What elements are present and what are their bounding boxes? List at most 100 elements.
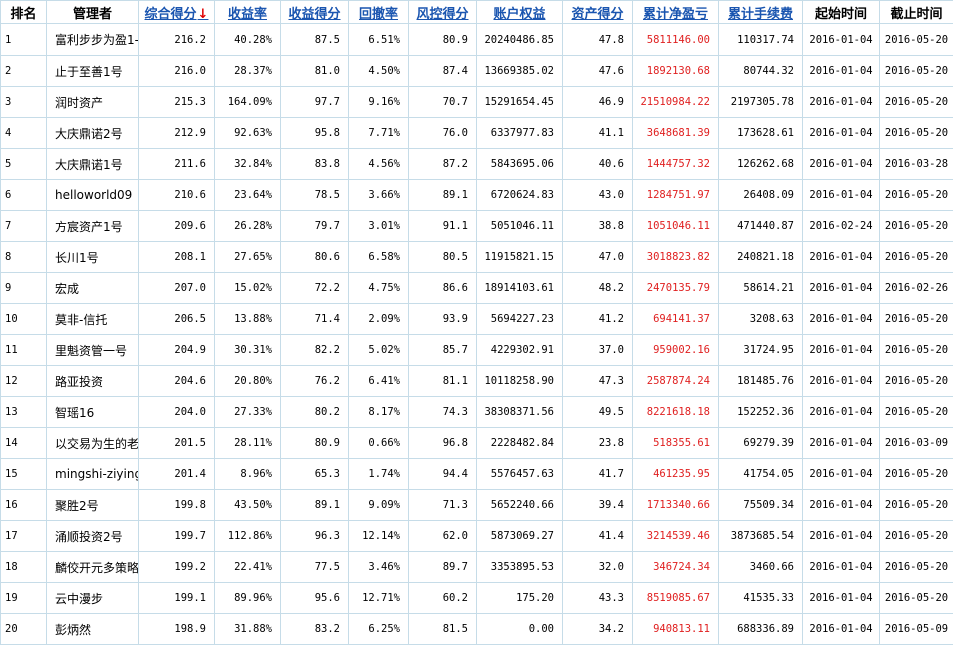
cell-end-date: 2016-05-20 [880, 335, 953, 366]
cell-start-date: 2016-01-04 [803, 614, 880, 645]
column-header-cumulative-fees[interactable]: 累计手续费 [719, 1, 803, 24]
cell-account-equity: 5873069.27 [477, 521, 563, 552]
cell-composite-score: 199.2 [139, 552, 215, 583]
cell-cumulative-fees: 173628.61 [719, 118, 803, 149]
cell-end-date: 2016-05-20 [880, 459, 953, 490]
cell-cumulative-fees: 75509.34 [719, 490, 803, 521]
cell-asset-score: 38.8 [563, 211, 633, 242]
cell-end-date: 2016-05-20 [880, 366, 953, 397]
table-row: 14以交易为生的老201.528.11%80.90.66%96.82228482… [1, 428, 953, 459]
table-row: 2止于至善1号216.028.37%81.04.50%87.413669385.… [1, 56, 953, 87]
cell-return-rate: 92.63% [215, 118, 281, 149]
column-header-label: 截止时间 [890, 7, 942, 22]
cell-rank: 17 [1, 521, 47, 552]
cell-start-date: 2016-01-04 [803, 428, 880, 459]
cell-manager: helloworld09 [47, 180, 139, 211]
cell-return-score: 95.8 [281, 118, 349, 149]
column-header-label: 回撤率 [359, 7, 398, 22]
cell-risk-score: 93.9 [409, 304, 477, 335]
cell-composite-score: 207.0 [139, 273, 215, 304]
cell-drawdown-rate: 0.66% [349, 428, 409, 459]
cell-composite-score: 208.1 [139, 242, 215, 273]
cell-manager: 涌顺投资2号 [47, 521, 139, 552]
column-header-label: 排名 [10, 7, 36, 22]
cell-cumulative-net-pnl: 2587874.24 [633, 366, 719, 397]
cell-risk-score: 96.8 [409, 428, 477, 459]
cell-cumulative-fees: 126262.68 [719, 149, 803, 180]
cell-risk-score: 62.0 [409, 521, 477, 552]
cell-asset-score: 46.9 [563, 87, 633, 118]
sort-desc-arrow-icon[interactable]: ↓ [198, 7, 209, 22]
cell-end-date: 2016-05-20 [880, 24, 953, 56]
cell-drawdown-rate: 4.75% [349, 273, 409, 304]
cell-end-date: 2016-05-20 [880, 552, 953, 583]
cell-return-rate: 32.84% [215, 149, 281, 180]
cell-return-score: 80.6 [281, 242, 349, 273]
table-row: 20彭炳然198.931.88%83.26.25%81.50.0034.2940… [1, 614, 953, 645]
cell-cumulative-fees: 41535.33 [719, 583, 803, 614]
column-header-cumulative-net-pnl[interactable]: 累计净盈亏 [633, 1, 719, 24]
cell-cumulative-fees: 41754.05 [719, 459, 803, 490]
cell-return-score: 83.8 [281, 149, 349, 180]
column-header-asset-score[interactable]: 资产得分 [563, 1, 633, 24]
cell-rank: 3 [1, 87, 47, 118]
cell-drawdown-rate: 8.17% [349, 397, 409, 428]
cell-rank: 11 [1, 335, 47, 366]
cell-start-date: 2016-01-04 [803, 118, 880, 149]
column-header-label: 风控得分 [416, 7, 468, 22]
cell-rank: 10 [1, 304, 47, 335]
cell-cumulative-fees: 152252.36 [719, 397, 803, 428]
table-row: 10莫非-信托206.513.88%71.42.09%93.95694227.2… [1, 304, 953, 335]
column-header-rank: 排名 [1, 1, 47, 24]
cell-asset-score: 41.7 [563, 459, 633, 490]
cell-start-date: 2016-01-04 [803, 180, 880, 211]
cell-cumulative-fees: 26408.09 [719, 180, 803, 211]
column-header-drawdown-rate[interactable]: 回撤率 [349, 1, 409, 24]
cell-drawdown-rate: 6.41% [349, 366, 409, 397]
cell-manager: 大庆鼎诺2号 [47, 118, 139, 149]
cell-manager: 智瑶16 [47, 397, 139, 428]
cell-account-equity: 5652240.66 [477, 490, 563, 521]
cell-return-rate: 13.88% [215, 304, 281, 335]
column-header-return-score[interactable]: 收益得分 [281, 1, 349, 24]
ranking-table: 排名管理者综合得分↓收益率收益得分回撤率风控得分账户权益资产得分累计净盈亏累计手… [0, 0, 953, 645]
cell-return-score: 83.2 [281, 614, 349, 645]
cell-return-score: 72.2 [281, 273, 349, 304]
cell-manager: 里魁资管一号 [47, 335, 139, 366]
cell-cumulative-fees: 688336.89 [719, 614, 803, 645]
cell-return-rate: 89.96% [215, 583, 281, 614]
cell-account-equity: 5843695.06 [477, 149, 563, 180]
cell-cumulative-net-pnl: 2470135.79 [633, 273, 719, 304]
cell-risk-score: 81.1 [409, 366, 477, 397]
cell-start-date: 2016-01-04 [803, 583, 880, 614]
cell-asset-score: 43.0 [563, 180, 633, 211]
cell-composite-score: 201.4 [139, 459, 215, 490]
cell-return-score: 71.4 [281, 304, 349, 335]
cell-return-rate: 27.33% [215, 397, 281, 428]
cell-risk-score: 85.7 [409, 335, 477, 366]
cell-asset-score: 49.5 [563, 397, 633, 428]
column-header-return-rate[interactable]: 收益率 [215, 1, 281, 24]
cell-asset-score: 43.3 [563, 583, 633, 614]
column-header-account-equity[interactable]: 账户权益 [477, 1, 563, 24]
cell-end-date: 2016-05-20 [880, 180, 953, 211]
cell-return-score: 87.5 [281, 24, 349, 56]
cell-cumulative-net-pnl: 1713340.66 [633, 490, 719, 521]
column-header-risk-score[interactable]: 风控得分 [409, 1, 477, 24]
cell-drawdown-rate: 12.71% [349, 583, 409, 614]
cell-composite-score: 199.7 [139, 521, 215, 552]
cell-drawdown-rate: 2.09% [349, 304, 409, 335]
table-row: 12路亚投资204.620.80%76.26.41%81.110118258.9… [1, 366, 953, 397]
cell-cumulative-net-pnl: 461235.95 [633, 459, 719, 490]
cell-cumulative-fees: 31724.95 [719, 335, 803, 366]
cell-rank: 19 [1, 583, 47, 614]
cell-start-date: 2016-01-04 [803, 242, 880, 273]
cell-cumulative-fees: 110317.74 [719, 24, 803, 56]
cell-start-date: 2016-01-04 [803, 459, 880, 490]
cell-asset-score: 47.0 [563, 242, 633, 273]
cell-return-rate: 23.64% [215, 180, 281, 211]
cell-risk-score: 87.2 [409, 149, 477, 180]
cell-drawdown-rate: 4.56% [349, 149, 409, 180]
cell-end-date: 2016-05-20 [880, 118, 953, 149]
column-header-composite-score[interactable]: 综合得分↓ [139, 1, 215, 24]
